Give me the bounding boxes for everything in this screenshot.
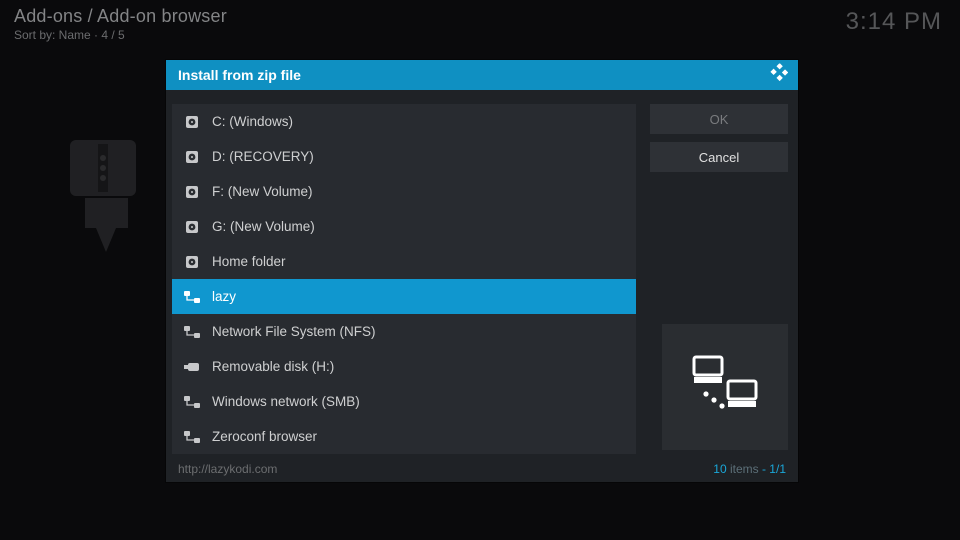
kodi-logo-icon bbox=[770, 64, 788, 87]
file-row[interactable]: Zeroconf browser bbox=[172, 419, 636, 454]
file-row[interactable]: Network File System (NFS) bbox=[172, 314, 636, 349]
network-preview-icon bbox=[662, 324, 788, 450]
net-icon bbox=[184, 289, 200, 305]
dialog-footer: http://lazykodi.com 10 items - 1/1 bbox=[166, 460, 798, 482]
file-row-label: Zeroconf browser bbox=[212, 429, 317, 444]
usb-icon bbox=[184, 359, 200, 375]
breadcrumb: Add-ons / Add-on browser bbox=[14, 6, 227, 27]
drive-icon bbox=[184, 114, 200, 130]
footer-count: 10 items - 1/1 bbox=[713, 462, 786, 476]
file-row-label: Network File System (NFS) bbox=[212, 324, 376, 339]
file-row[interactable]: Home folder bbox=[172, 244, 636, 279]
file-row[interactable]: C: (Windows) bbox=[172, 104, 636, 139]
file-row-label: lazy bbox=[212, 289, 236, 304]
file-row[interactable]: F: (New Volume) bbox=[172, 174, 636, 209]
file-row-label: G: (New Volume) bbox=[212, 219, 315, 234]
install-zip-dialog: Install from zip file C: (Windows) D: (RE… bbox=[166, 60, 798, 482]
dialog-titlebar: Install from zip file bbox=[166, 60, 798, 90]
net-icon bbox=[184, 324, 200, 340]
zip-background-icon bbox=[70, 140, 170, 260]
file-row-label: Home folder bbox=[212, 254, 286, 269]
header: Add-ons / Add-on browser Sort by: Name ·… bbox=[14, 6, 227, 42]
footer-path: http://lazykodi.com bbox=[178, 462, 277, 476]
drive-icon bbox=[184, 184, 200, 200]
file-row[interactable]: G: (New Volume) bbox=[172, 209, 636, 244]
file-list[interactable]: C: (Windows) D: (RECOVERY) F: (New Volume)… bbox=[172, 104, 636, 454]
dialog-right-column: OK Cancel bbox=[650, 104, 788, 454]
dialog-body: C: (Windows) D: (RECOVERY) F: (New Volume)… bbox=[166, 90, 798, 460]
file-row-label: C: (Windows) bbox=[212, 114, 293, 129]
file-row[interactable]: lazy bbox=[172, 279, 636, 314]
drive-icon bbox=[184, 219, 200, 235]
file-row-label: F: (New Volume) bbox=[212, 184, 313, 199]
drive-icon bbox=[184, 254, 200, 270]
file-row[interactable]: Windows network (SMB) bbox=[172, 384, 636, 419]
dialog-title: Install from zip file bbox=[178, 67, 301, 83]
ok-button[interactable]: OK bbox=[650, 104, 788, 134]
file-row-label: D: (RECOVERY) bbox=[212, 149, 314, 164]
sort-by-text: Sort by: Name · 4 / 5 bbox=[14, 28, 227, 42]
file-row-label: Windows network (SMB) bbox=[212, 394, 360, 409]
file-row-label: Removable disk (H:) bbox=[212, 359, 334, 374]
net-icon bbox=[184, 429, 200, 445]
cancel-button[interactable]: Cancel bbox=[650, 142, 788, 172]
file-row[interactable]: D: (RECOVERY) bbox=[172, 139, 636, 174]
file-row[interactable]: Removable disk (H:) bbox=[172, 349, 636, 384]
net-icon bbox=[184, 394, 200, 410]
drive-icon bbox=[184, 149, 200, 165]
clock: 3:14 PM bbox=[846, 8, 942, 36]
